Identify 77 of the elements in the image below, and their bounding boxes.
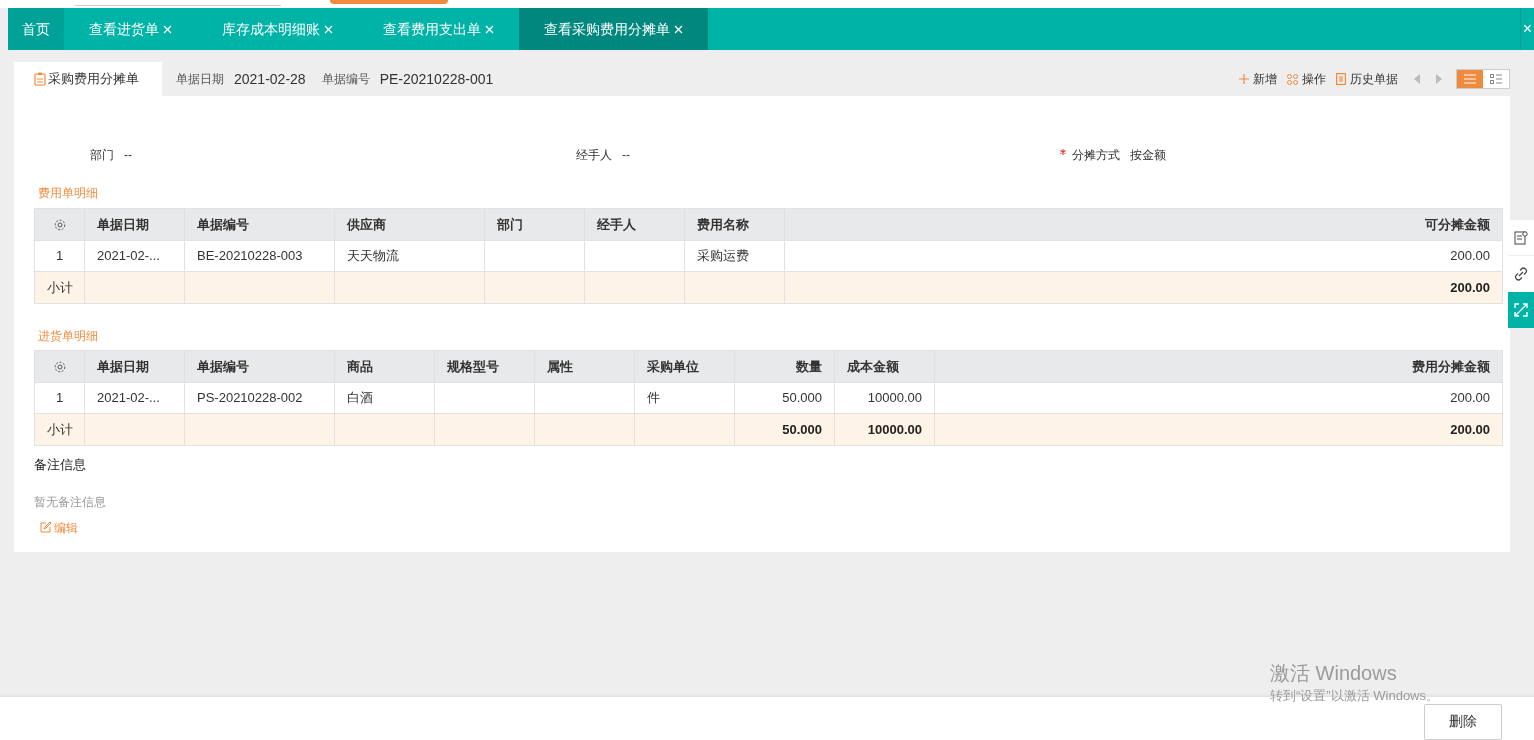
view-toggle[interactable]: [1483, 70, 1509, 88]
table-cell: 采购运费: [684, 240, 785, 272]
table-cell: 2021-02-...: [84, 382, 185, 414]
expand-icon: [1514, 303, 1528, 317]
document-icon: [1336, 73, 1346, 85]
empty-remark-text: 暂无备注信息: [34, 493, 106, 511]
table-cell: 白酒: [334, 382, 435, 414]
table-cell: 天天物流: [334, 240, 485, 272]
toolbar-button[interactable]: 操作: [1287, 70, 1326, 88]
clipboard-icon: [34, 72, 46, 86]
table-cell: 50.000: [734, 413, 835, 446]
column-header[interactable]: 费用名称: [684, 208, 785, 241]
field-label: 部门: [90, 147, 114, 164]
table-cell: 200.00: [934, 382, 1503, 414]
column-header[interactable]: 可分摊金额: [784, 208, 1503, 241]
field-label: 单据编号: [321, 71, 370, 88]
column-header[interactable]: 单据编号: [184, 350, 335, 383]
column-header[interactable]: 单据日期: [84, 208, 185, 241]
field-value: 2021-02-28: [234, 69, 306, 89]
column-header[interactable]: 成本金额: [834, 350, 935, 383]
column-header[interactable]: 经手人: [584, 208, 685, 241]
detail-list-icon: [1490, 74, 1502, 84]
notice-text: 转到“设置”以激活 Windows。: [1270, 687, 1439, 705]
column-header[interactable]: 单据编号: [184, 208, 335, 241]
table-cell: PS-20210228-002: [184, 382, 335, 414]
table-cell: 小计: [34, 413, 85, 446]
gear-icon: [53, 218, 66, 231]
column-header[interactable]: 供应商: [334, 208, 485, 241]
table-cell: 50.000: [734, 382, 835, 414]
gear-icon: [53, 360, 66, 373]
column-header[interactable]: 费用分摊金额: [934, 350, 1503, 383]
column-header[interactable]: 采购单位: [634, 350, 735, 383]
column-header[interactable]: 规格型号: [434, 350, 535, 383]
table-cell: 1: [34, 382, 85, 414]
table-cell: 2021-02-...: [84, 240, 185, 272]
table-cell: 小计: [34, 271, 85, 304]
field-label: 单据日期: [176, 71, 224, 88]
field-label: 分摊方式: [1072, 147, 1120, 164]
previous-button[interactable]: [1414, 74, 1420, 84]
table-cell: BE-20210228-003: [184, 240, 335, 272]
column-header[interactable]: 单据日期: [84, 350, 185, 383]
table-cell: 200.00: [934, 413, 1503, 446]
notice-title: 激活 Windows: [1270, 661, 1398, 686]
left-triangle-icon: [1414, 74, 1420, 84]
section-title: 进货单明细: [38, 329, 98, 343]
edit-icon: [40, 522, 51, 533]
document-tab[interactable]: 采购费用分摊单: [14, 62, 162, 96]
grid-icon: [1287, 73, 1298, 85]
column-header[interactable]: 属性: [534, 350, 635, 383]
field-value: 按金额: [1130, 147, 1166, 164]
table-cell: 10000.00: [834, 413, 935, 446]
table-cell: 1: [34, 240, 85, 272]
column-header[interactable]: 部门: [484, 208, 585, 241]
table-cell: 200.00: [784, 271, 1503, 304]
field-value: --: [622, 147, 630, 164]
section-title: 备注信息: [34, 456, 86, 474]
clipboard-icon: [1514, 230, 1528, 245]
section-title: 费用单明细: [38, 186, 98, 200]
plus-icon: [1239, 74, 1249, 84]
table-cell: 200.00: [784, 240, 1503, 272]
table-cell: 10000.00: [834, 382, 935, 414]
field-value: --: [124, 147, 132, 164]
toolbar-button[interactable]: 新增: [1239, 70, 1277, 88]
next-button[interactable]: [1436, 74, 1442, 84]
right-triangle-icon: [1436, 74, 1442, 84]
link-icon: [1514, 267, 1528, 281]
tab[interactable]: 查看采购费用分摊单: [519, 8, 708, 50]
column-header[interactable]: 商品: [334, 350, 435, 383]
column-header[interactable]: 数量: [734, 350, 835, 383]
delete-button[interactable]: 删除: [1424, 703, 1502, 740]
view-toggle[interactable]: [1457, 70, 1483, 88]
field-value: PE-20210228-001: [379, 69, 494, 89]
action-button[interactable]: [330, 0, 448, 4]
list-icon: [1464, 74, 1476, 84]
table-cell: 件: [634, 382, 735, 414]
toolbar-button[interactable]: 历史单据: [1336, 70, 1398, 88]
field-label: 经手人: [576, 147, 612, 164]
